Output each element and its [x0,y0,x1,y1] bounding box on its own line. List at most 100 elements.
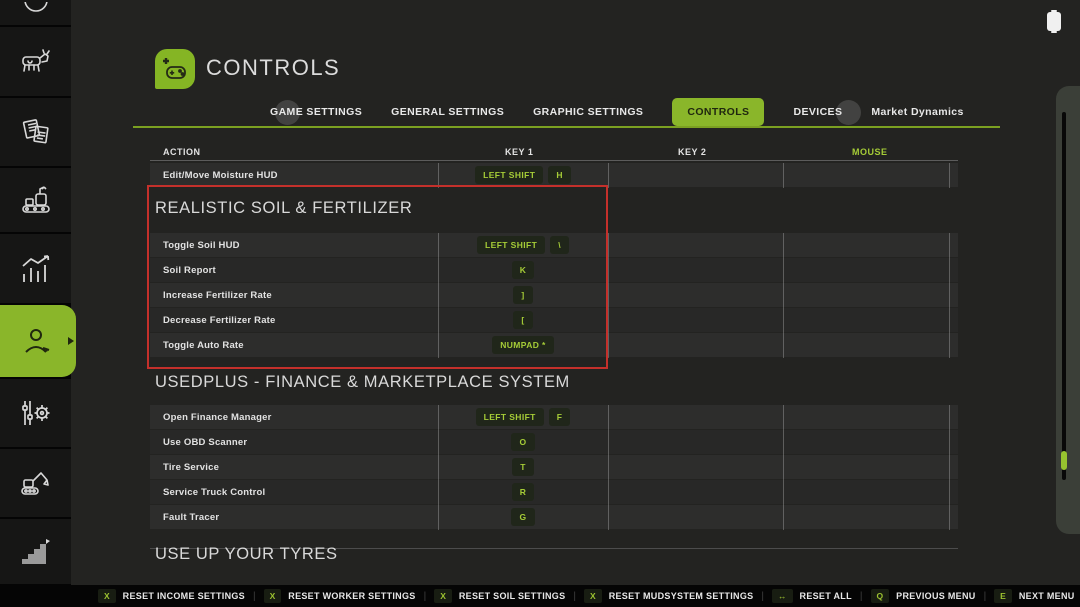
next-menu-button[interactable]: E NEXT MENU [994,589,1074,603]
tab-game-settings[interactable]: GAME SETTINGS [270,106,362,118]
key1-cell[interactable]: G [438,505,608,529]
action-label: Service Truck Control [150,487,265,498]
sidebar-item-production[interactable] [0,168,71,232]
sidebar-item-statistics[interactable] [0,234,71,303]
table-row[interactable]: Edit/Move Moisture HUD LEFT SHIFT H [150,163,958,187]
sidebar-item-construction[interactable] [0,449,71,517]
table-row[interactable]: Service Truck Control R [150,480,958,504]
table-row[interactable]: Toggle Auto Rate NUMPAD * [150,333,958,357]
key1-cell[interactable]: T [438,455,608,479]
table-row[interactable]: Use OBD Scanner O [150,430,958,454]
key1-cell[interactable]: LEFT SHIFT \ [438,233,608,257]
tab-graphic-settings[interactable]: GRAPHIC SETTINGS [533,106,643,118]
sidebar-item-contracts[interactable] [0,98,71,166]
column-divider [608,405,609,530]
column-header-key1: KEY 1 [505,147,533,157]
phone-icon [1047,12,1061,31]
bottom-action-bar: X RESET INCOME SETTINGS | X RESET WORKER… [0,585,1080,607]
previous-menu-button[interactable]: Q PREVIOUS MENU [871,589,976,603]
key-badge: LEFT SHIFT [476,408,544,426]
production-line-icon [19,185,53,215]
key1-cell[interactable]: R [438,480,608,504]
column-divider [783,233,784,358]
table-row[interactable]: Fault Tracer G [150,505,958,529]
key1-cell[interactable]: O [438,430,608,454]
table-row[interactable]: Increase Fertilizer Rate ] [150,283,958,307]
action-label: Toggle Auto Rate [150,340,244,351]
action-label: Edit/Move Moisture HUD [150,170,278,181]
stairs-growth-icon [19,538,53,566]
key1-cell[interactable]: ] [438,283,608,307]
separator: | [253,591,256,602]
controls-app-icon [155,49,195,89]
key-badge: LEFT SHIFT [475,166,543,184]
key-hint-badge: X [584,589,602,603]
binding-group-top: Edit/Move Moisture HUD LEFT SHIFT H [150,163,958,188]
key-badge: LEFT SHIFT [477,236,545,254]
action-label: Decrease Fertilizer Rate [150,315,276,326]
sidebar-item-player-controls[interactable] [0,305,76,377]
key1-cell[interactable]: [ [438,308,608,332]
reset-income-settings-button[interactable]: X RESET INCOME SETTINGS [98,589,245,603]
column-divider [949,163,950,188]
excavator-icon [19,468,53,498]
key-hint-badge: Q [871,589,890,603]
tab-controls[interactable]: CONTROLS [672,98,764,126]
key1-cell[interactable]: K [438,258,608,282]
key1-cell[interactable]: LEFT SHIFT F [438,405,608,429]
column-header-action: ACTION [163,147,201,157]
key-hint-badge: E [994,589,1012,603]
key-badge: K [512,261,535,279]
key-badge: H [548,166,571,184]
reset-worker-settings-button[interactable]: X RESET WORKER SETTINGS [264,589,416,603]
key-hint-badge: X [434,589,452,603]
sidebar-item-progress[interactable] [0,519,71,584]
binding-group-soil: Toggle Soil HUD LEFT SHIFT \ Soil Report… [150,233,958,358]
tab-market-dynamics[interactable]: Market Dynamics [871,106,963,118]
key-badge: T [512,458,534,476]
partial-circle-icon [22,2,50,24]
action-label: Open Finance Manager [150,412,272,423]
separator: | [761,591,764,602]
binding-group-usedplus: Open Finance Manager LEFT SHIFT F Use OB… [150,405,958,530]
key-badge: F [549,408,571,426]
column-header-key2: KEY 2 [678,147,706,157]
section-title-usedplus: USEDPLUS - FINANCE & MARKETPLACE SYSTEM [155,373,570,392]
column-divider [949,405,950,530]
separator: | [573,591,576,602]
column-divider [438,163,439,188]
key1-cell[interactable]: NUMPAD * [438,333,608,357]
action-label: Increase Fertilizer Rate [150,290,272,301]
person-key-icon [22,326,54,356]
tab-devices[interactable]: DEVICES [793,106,842,118]
tab-general-settings[interactable]: GENERAL SETTINGS [391,106,504,118]
reset-mudsystem-settings-button[interactable]: X RESET MUDSYSTEM SETTINGS [584,589,753,603]
table-row[interactable]: Decrease Fertilizer Rate [ [150,308,958,332]
table-row[interactable]: Toggle Soil HUD LEFT SHIFT \ [150,233,958,257]
sidebar-item-animals[interactable] [0,27,71,96]
sidebar-item-top-partial[interactable] [0,0,71,25]
action-label: Soil Report [150,265,216,276]
key1-cell[interactable]: LEFT SHIFT H [438,163,608,187]
column-divider [438,233,439,358]
separator: | [984,591,987,602]
page-title: CONTROLS [206,55,340,81]
cow-icon [19,49,53,75]
scrollbar-track[interactable] [1056,86,1080,534]
action-label: Fault Tracer [150,512,219,523]
table-row[interactable]: Soil Report K [150,258,958,282]
scrollbar-groove [1062,112,1066,480]
column-divider [949,233,950,358]
sidebar [0,0,71,607]
scrollbar-thumb[interactable] [1061,451,1067,470]
column-header-mouse: MOUSE [852,147,888,157]
key-badge: \ [550,236,569,254]
reset-all-button[interactable]: ↔ RESET ALL [772,589,852,603]
sidebar-item-settings[interactable] [0,379,71,447]
table-row[interactable]: Open Finance Manager LEFT SHIFT F [150,405,958,429]
reset-soil-settings-button[interactable]: X RESET SOIL SETTINGS [434,589,565,603]
bar-chart-icon [19,254,53,284]
table-row[interactable]: Tire Service T [150,455,958,479]
section-title-realistic-soil: REALISTIC SOIL & FERTILIZER [155,199,412,218]
action-label: Toggle Soil HUD [150,240,240,251]
